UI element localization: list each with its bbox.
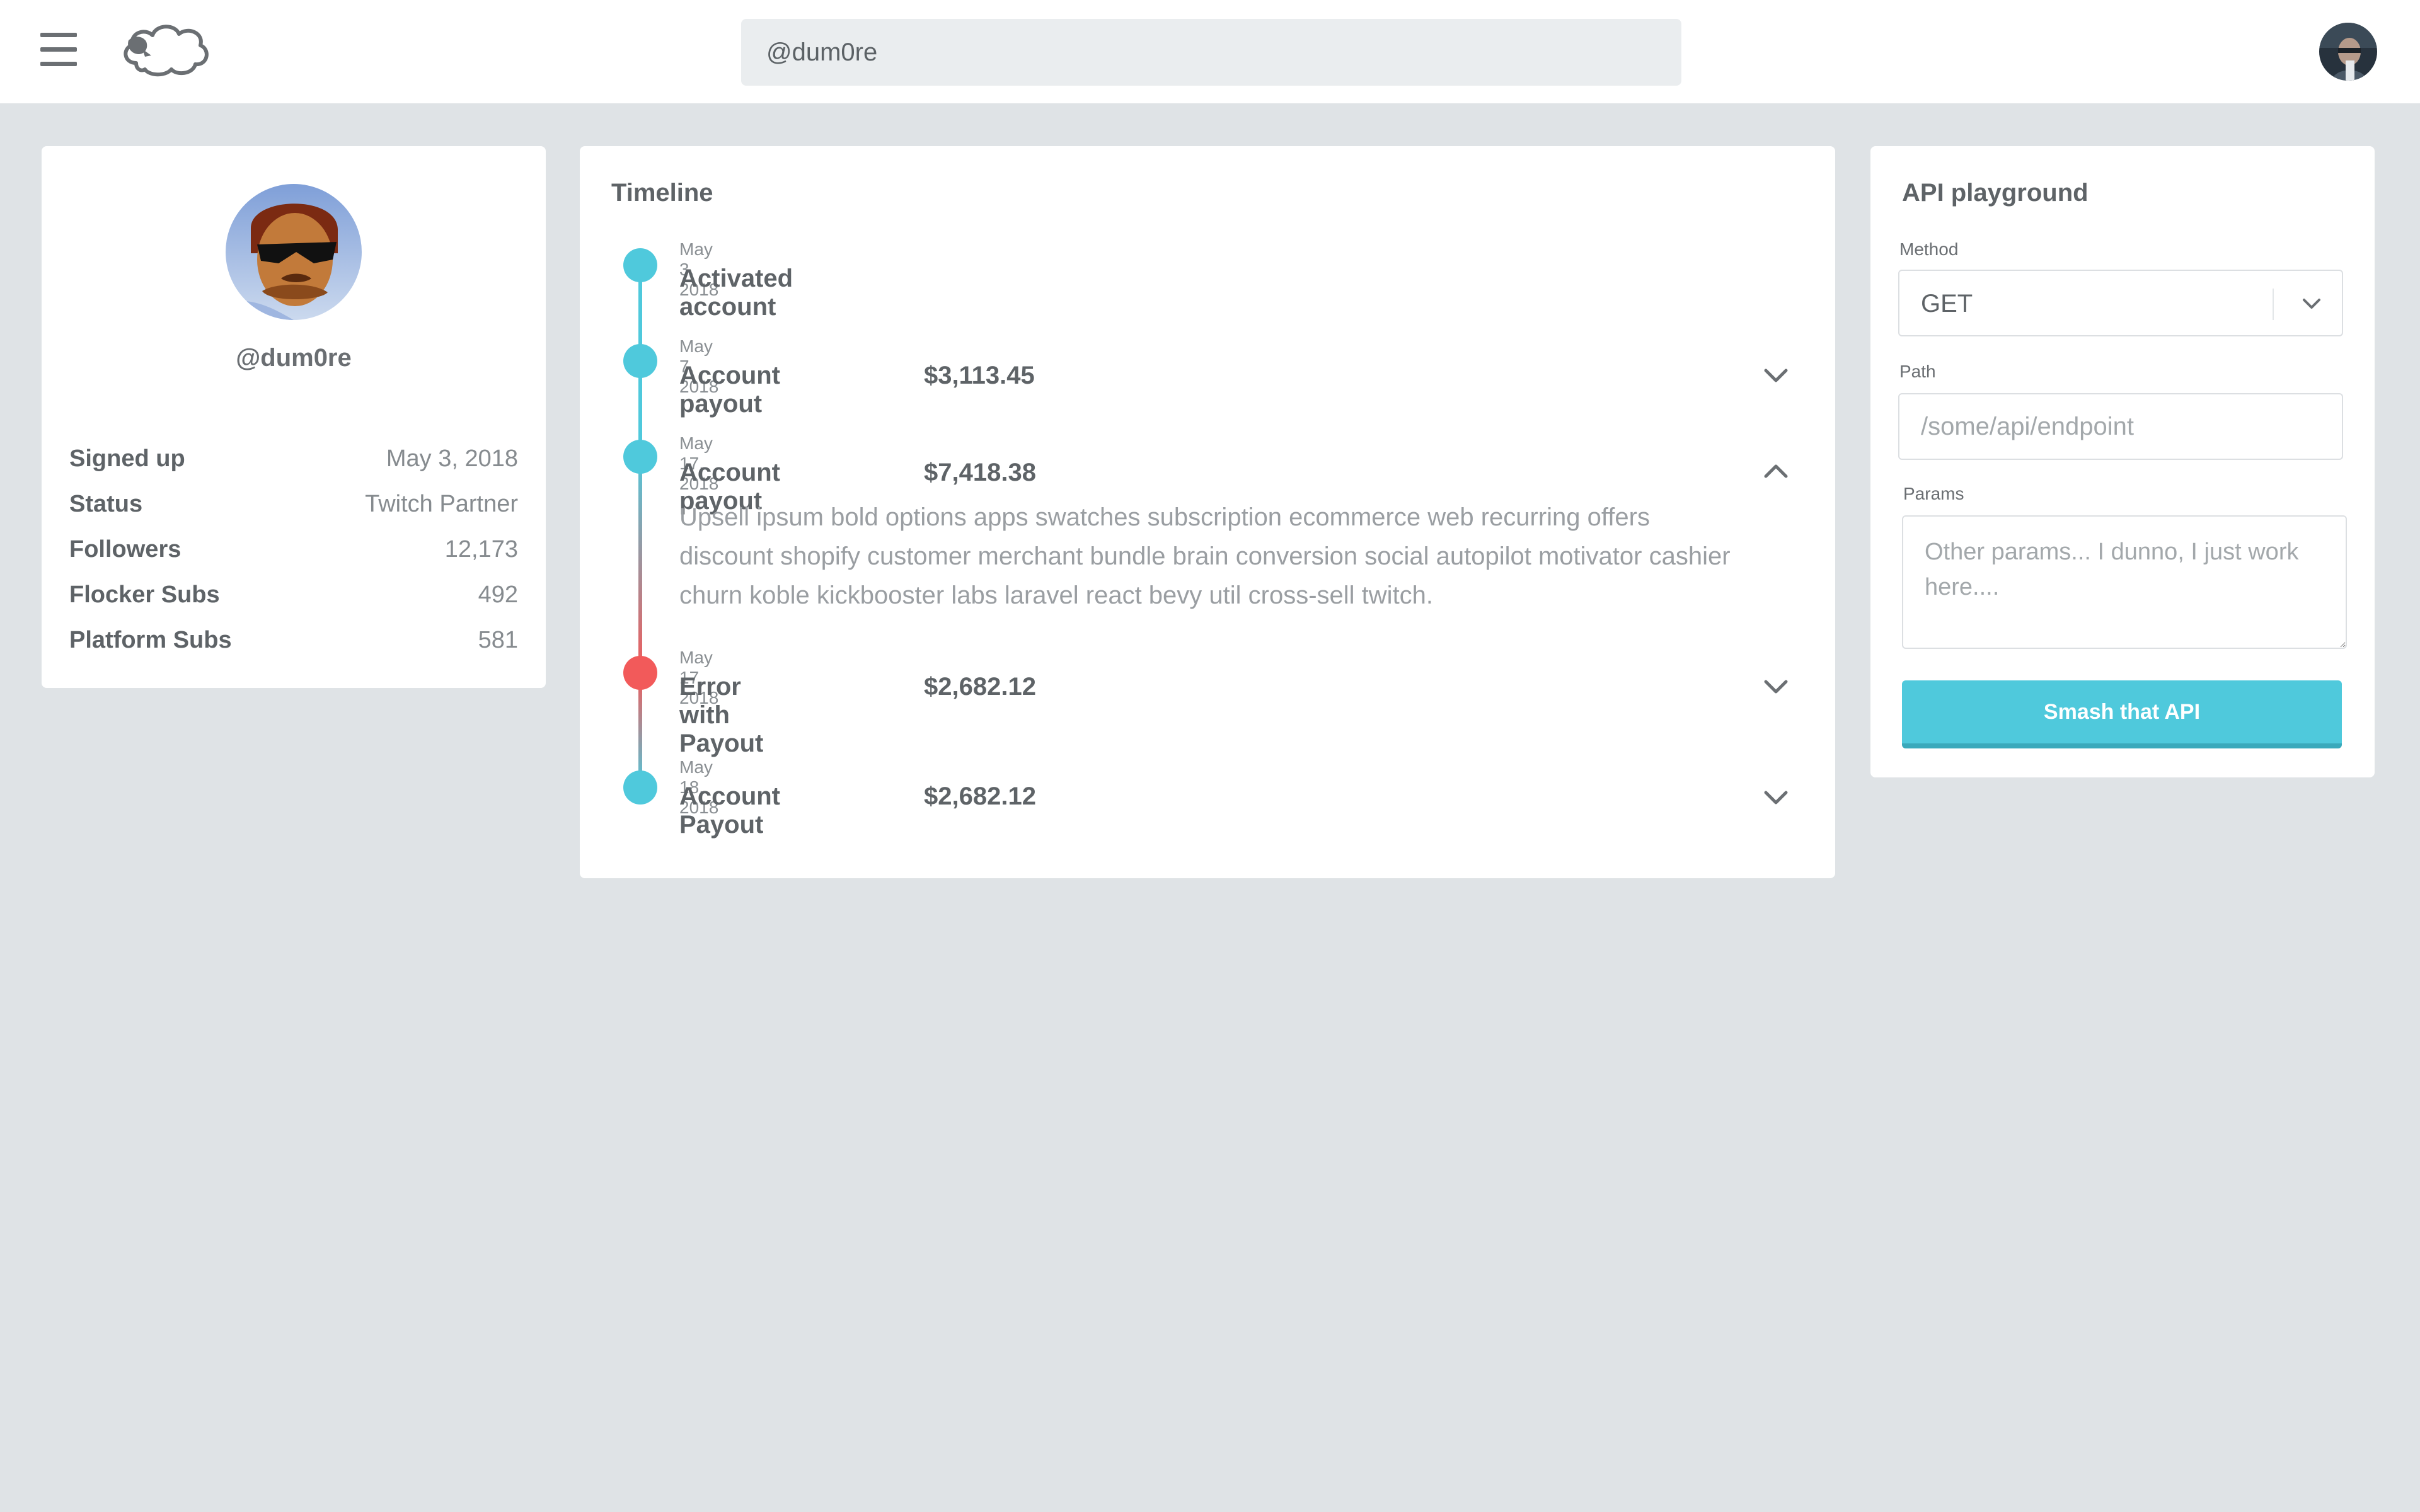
- params-textarea[interactable]: [1902, 515, 2347, 649]
- stat-label: Flocker Subs: [69, 581, 220, 608]
- chevron-down-icon[interactable]: [2296, 289, 2327, 319]
- path-label: Path: [1899, 362, 1936, 381]
- method-value: GET: [1921, 290, 1973, 318]
- event-title: Account Payout: [679, 782, 780, 839]
- params-label: Params: [1903, 484, 1964, 503]
- profile-stats: Signed up May 3, 2018 Status Twitch Part…: [69, 436, 518, 663]
- timeline-dot: [623, 344, 657, 378]
- smash-api-button[interactable]: Smash that API: [1902, 680, 2342, 748]
- timeline-dot: [623, 770, 657, 805]
- stat-followers: Followers 12,173: [69, 527, 518, 572]
- top-bar: [0, 0, 2420, 103]
- event-amount: $7,418.38: [924, 459, 1036, 486]
- stat-platform-subs: Platform Subs 581: [69, 617, 518, 663]
- stat-flocker-subs: Flocker Subs 492: [69, 572, 518, 617]
- user-avatar[interactable]: [2319, 23, 2377, 81]
- chevron-down-icon[interactable]: [1761, 782, 1791, 813]
- method-label: Method: [1899, 239, 1959, 259]
- event-amount: $2,682.12: [924, 782, 1036, 810]
- api-title: API playground: [1902, 179, 2089, 207]
- profile-card: @dum0re Signed up May 3, 2018 Status Twi…: [42, 146, 546, 688]
- chevron-down-icon[interactable]: [1761, 360, 1791, 391]
- stat-value: 492: [478, 581, 518, 608]
- search-input[interactable]: [741, 19, 1681, 86]
- stat-value: May 3, 2018: [386, 445, 518, 472]
- profile-handle: @dum0re: [236, 344, 352, 372]
- stat-signed-up: Signed up May 3, 2018: [69, 436, 518, 481]
- timeline-title: Timeline: [611, 179, 713, 207]
- timeline-dot-error: [623, 656, 657, 690]
- event-description: Upsell ipsum bold options apps swatches …: [679, 503, 1731, 609]
- stat-label: Platform Subs: [69, 626, 232, 653]
- sheep-logo-icon[interactable]: [117, 19, 213, 79]
- event-amount: $3,113.45: [924, 362, 1035, 389]
- chevron-down-icon[interactable]: [1761, 672, 1791, 702]
- stat-label: Status: [69, 490, 143, 517]
- path-input[interactable]: [1898, 393, 2343, 460]
- event-title: Activated account: [679, 265, 793, 321]
- stat-label: Signed up: [69, 445, 185, 472]
- stat-value: 12,173: [444, 536, 518, 563]
- stat-value: Twitch Partner: [365, 490, 518, 517]
- method-select[interactable]: GET: [1898, 270, 2343, 336]
- select-divider: [2273, 289, 2274, 320]
- stat-value: 581: [478, 626, 518, 653]
- event-title: Account payout: [679, 362, 780, 418]
- event-amount: $2,682.12: [924, 673, 1036, 701]
- stat-label: Followers: [69, 536, 182, 563]
- event-title: Error with Payout: [679, 673, 764, 757]
- timeline-line: [638, 454, 642, 673]
- hamburger-menu-icon[interactable]: [40, 33, 77, 67]
- api-playground-card: API playground Method GET Path Params Sm…: [1870, 146, 2375, 777]
- profile-avatar: [226, 184, 362, 320]
- timeline-dot: [623, 248, 657, 282]
- stat-status: Status Twitch Partner: [69, 481, 518, 527]
- chevron-up-icon[interactable]: [1761, 456, 1791, 486]
- timeline-dot: [623, 440, 657, 474]
